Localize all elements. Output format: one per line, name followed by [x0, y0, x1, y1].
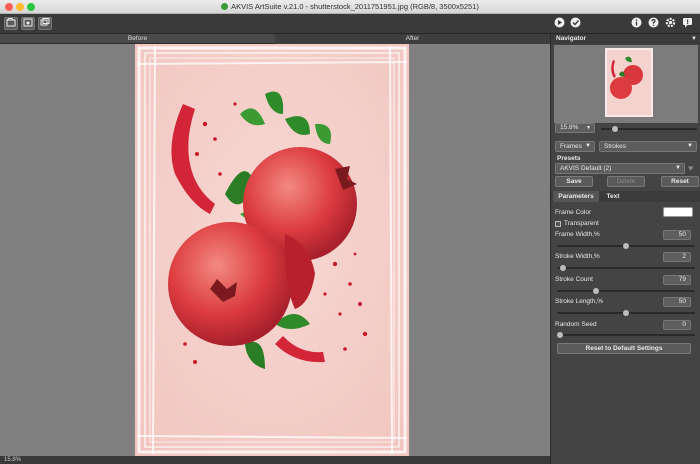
- random-seed-label: Random Seed: [555, 321, 597, 328]
- chevron-down-icon: ▼: [585, 143, 591, 149]
- chevron-down-icon: ▼: [675, 165, 681, 171]
- frame-width-input[interactable]: 50: [663, 230, 691, 240]
- zoom-slider-knob[interactable]: [611, 126, 618, 132]
- random-seed-slider[interactable]: [557, 332, 695, 338]
- effect-type-select[interactable]: Strokes ▼: [599, 141, 697, 152]
- stroke-width-input[interactable]: 2: [663, 252, 691, 262]
- batch-icon[interactable]: [38, 17, 52, 30]
- tab-before[interactable]: Before: [0, 34, 275, 44]
- zoom-dropdown[interactable]: 15.8% ▼: [555, 123, 595, 133]
- navigator-header: Navigator ▼: [551, 34, 700, 44]
- stroke-length-slider[interactable]: [557, 310, 695, 316]
- title-bar: AKVIS ArtSuite v.21.0 - shutterstock_201…: [0, 0, 700, 14]
- stroke-width-label: Stroke Width,%: [555, 253, 600, 260]
- stroke-width-slider-knob[interactable]: [559, 265, 566, 271]
- transparent-checkbox[interactable]: [555, 221, 561, 227]
- stroke-length-label: Stroke Length,%: [555, 298, 604, 305]
- open-image-icon[interactable]: [4, 17, 18, 30]
- run-icon[interactable]: [553, 17, 566, 30]
- stroke-count-label: Stroke Count: [555, 276, 593, 283]
- save-preset-button[interactable]: Save: [555, 176, 593, 187]
- info-icon[interactable]: [630, 17, 643, 30]
- frame-width-label: Frame Width,%: [555, 231, 600, 238]
- save-image-icon[interactable]: [21, 17, 35, 30]
- stroke-length-input[interactable]: 50: [663, 297, 691, 307]
- reset-preset-button[interactable]: Reset: [661, 176, 699, 187]
- presets-select[interactable]: AKVIS Default (2) ▼: [555, 163, 685, 174]
- image-canvas[interactable]: [0, 44, 550, 456]
- window-title: AKVIS ArtSuite v.21.0 - shutterstock_201…: [0, 2, 700, 11]
- tab-parameters[interactable]: Parameters: [553, 191, 599, 202]
- view-tabs: Before After: [0, 34, 550, 44]
- zoom-slider[interactable]: [601, 126, 697, 132]
- stroke-width-slider[interactable]: [557, 265, 695, 271]
- settings-tabs: Parameters Text: [551, 191, 700, 202]
- reset-to-defaults-button[interactable]: Reset to Default Settings: [557, 343, 691, 354]
- stroke-count-input[interactable]: 79: [663, 275, 691, 285]
- frame-color-label: Frame Color: [555, 209, 592, 216]
- stroke-count-slider-knob[interactable]: [592, 288, 599, 294]
- stroke-count-slider[interactable]: [557, 288, 695, 294]
- random-seed-slider-knob[interactable]: [557, 332, 563, 338]
- status-zoom: 15.8%: [4, 457, 22, 463]
- app-logo-icon: [221, 3, 229, 10]
- chevron-down-icon: ▼: [586, 125, 591, 131]
- tab-text[interactable]: Text: [599, 191, 627, 202]
- frame-color-swatch[interactable]: [663, 207, 693, 217]
- presets-label: Presets: [557, 155, 581, 162]
- stroke-length-slider-knob[interactable]: [623, 310, 629, 316]
- navigator-thumbnail[interactable]: [605, 48, 653, 117]
- toolbar: [0, 14, 700, 34]
- status-bar: 15.8%: [0, 456, 550, 464]
- delete-preset-button[interactable]: Delete: [607, 176, 645, 187]
- effect-group-select[interactable]: Frames ▼: [555, 141, 595, 152]
- settings-panel: Navigator ▼ 15.8% ▼ Frames ▼ Strokes ▼ Pre…: [550, 34, 700, 464]
- navigator-title: Navigator: [556, 35, 586, 42]
- settings-icon[interactable]: [664, 17, 677, 30]
- frame-width-slider[interactable]: [557, 243, 695, 249]
- navigator-preview[interactable]: [554, 45, 698, 123]
- help-icon[interactable]: [647, 17, 660, 30]
- chevron-down-icon[interactable]: ▼: [691, 34, 697, 44]
- chevron-down-icon: ▼: [687, 143, 693, 149]
- random-seed-input[interactable]: 0: [663, 320, 691, 330]
- result-image: [135, 44, 409, 456]
- transparent-label: Transparent: [564, 220, 599, 227]
- frame-width-slider-knob[interactable]: [623, 243, 629, 249]
- tab-after[interactable]: After: [275, 34, 550, 44]
- notifications-icon[interactable]: [681, 17, 694, 30]
- apply-icon[interactable]: [569, 17, 582, 30]
- heart-icon[interactable]: ♥: [688, 163, 693, 173]
